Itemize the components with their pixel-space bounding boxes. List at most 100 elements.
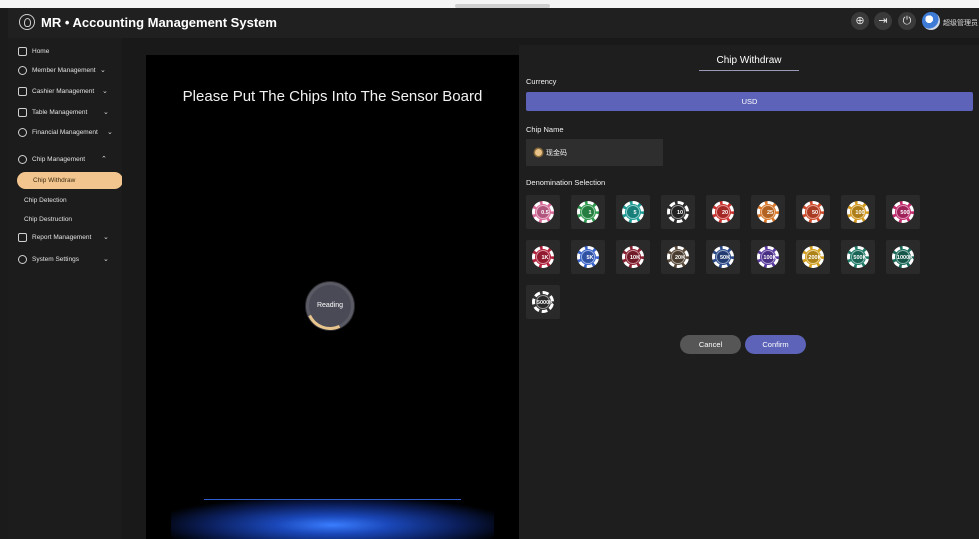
sidebar-item-home[interactable]: Home [8,43,122,61]
chip-icon [18,155,27,164]
denomination-chip[interactable]: 100K [751,240,785,274]
denomination-chip[interactable]: 1000K [886,240,920,274]
chip-inner-ring: 10K [627,251,640,263]
chip-inner-ring: 1000K [897,251,913,263]
chip-inner-ring: 1K [537,251,549,263]
cancel-button[interactable]: Cancel [680,335,741,354]
denomination-chip[interactable]: 50 [796,195,830,229]
denomination-chip[interactable]: 0.5 [526,195,560,229]
sidebar-item-label: Table Management [32,109,88,116]
logout-icon[interactable]: ⇥ [874,12,892,30]
chip-inner-ring: 10 [672,206,684,218]
home-icon [18,47,27,56]
chip-icon: 1 [577,201,599,223]
sidebar-item-system-settings[interactable]: System Settings ⌄ [8,251,122,269]
cashier-icon [18,87,27,96]
window-top-strip [0,0,979,8]
reading-spinner: Reading [299,275,361,337]
chip-value: 1 [588,210,592,216]
denomination-chip[interactable]: 200K [796,240,830,274]
yen-icon [18,128,27,137]
chip-inner-ring: 5K [582,251,594,263]
username[interactable]: 超级管理员 [943,18,978,28]
chip-inner-ring: 100K [762,251,777,263]
sidebar-item-label: Member Management [32,67,96,74]
denomination-chip[interactable]: 100 [841,195,875,229]
power-icon[interactable]: ⏻ [898,12,916,30]
denomination-chip[interactable]: 5 [616,195,650,229]
denomination-chip[interactable]: 20 [706,195,740,229]
denomination-chip[interactable]: 10 [661,195,695,229]
currency-usd-button[interactable]: USD [526,92,973,111]
chip-inner-ring: 0.5 [537,206,549,218]
app-window: MR • Accounting Management System ⊕ ⇥ ⏻ … [0,0,979,539]
app-title: MR • Accounting Management System [41,15,277,30]
sidebar-subitem-chip-withdraw[interactable]: Chip Withdraw [17,172,123,189]
chip-icon: 5 [622,201,644,223]
chip-icon: 1000K [892,246,914,268]
chip-value: 1K [541,255,549,261]
chip-icon: 0.5 [532,201,554,223]
chip-name-option[interactable]: 现金码 [526,139,663,166]
chevron-down-icon: ⌄ [103,109,109,116]
sidebar-item-label: Financial Management [32,129,98,136]
chip-inner-ring: 200K [807,251,822,263]
chip-value: 100 [855,210,865,216]
sidebar-item-label: Home [32,48,50,55]
table-icon [18,108,27,117]
chip-inner-ring: 25 [762,206,774,218]
chip-icon: 500 [892,201,914,223]
chip-name-label: Chip Name [526,125,564,134]
chip-value: 50 [811,210,819,216]
chip-icon: 1K [532,246,554,268]
chip-icon: 50K [712,246,734,268]
avatar[interactable] [922,12,940,30]
chip-icon: 5000K [532,291,554,313]
globe-icon[interactable]: ⊕ [851,12,869,30]
sensor-edge-line [204,499,461,500]
denomination-chip[interactable]: 50K [706,240,740,274]
sidebar-item-label: Report Management [32,234,92,241]
reading-status: Reading [316,302,344,309]
chip-inner-ring: 1 [582,206,594,218]
sidebar-item-report-management[interactable]: Report Management ⌄ [8,229,122,247]
denomination-chip[interactable]: 5K [571,240,605,274]
denomination-chip[interactable]: 20K [661,240,695,274]
chip-value: 5 [633,210,637,216]
chip-value: 0.5 [541,210,549,216]
sensor-instruction: Please Put The Chips Into The Sensor Boa… [182,88,483,105]
chip-icon: 20K [667,246,689,268]
denomination-chip[interactable]: 5000K [526,285,560,319]
denomination-chip[interactable]: 1K [526,240,560,274]
chip-value: 20K [674,255,686,261]
denomination-chip[interactable]: 10K [616,240,650,274]
denomination-chip[interactable]: 500 [886,195,920,229]
sidebar-item-member-management[interactable]: Member Management ⌄ [8,62,122,80]
sidebar-item-chip-management[interactable]: Chip Management ⌃ [8,151,122,169]
sidebar-subitem-chip-detection[interactable]: Chip Detection [8,192,122,209]
chip-icon: 10K [622,246,644,268]
denomination-chip[interactable]: 25 [751,195,785,229]
chip-value: 25 [766,210,774,216]
panel-title: Chip Withdraw [716,55,782,66]
logo-icon [19,14,35,30]
radio-selected-icon [535,149,542,156]
sidebar-item-financial-management[interactable]: Financial Management ⌄ [8,124,122,142]
chevron-down-icon: ⌄ [103,256,109,263]
chip-icon: 5K [577,246,599,268]
chevron-down-icon: ⌄ [102,88,108,95]
chip-value: 200K [808,255,822,261]
chip-inner-ring: 5 [627,206,639,218]
sidebar-item-cashier-management[interactable]: Cashier Management ⌄ [8,83,122,101]
sidebar-subitem-chip-destruction[interactable]: Chip Destruction [8,211,122,228]
users-icon [18,66,27,75]
sidebar-item-label: System Settings [32,256,79,263]
sidebar-item-table-management[interactable]: Table Management ⌄ [8,104,122,122]
sidebar-subitem-label: Chip Destruction [24,216,73,223]
chip-icon: 100 [847,201,869,223]
chip-value: 20 [721,210,729,216]
denomination-chip[interactable]: 1 [571,195,605,229]
title-underline [699,70,799,71]
denomination-chip[interactable]: 500K [841,240,875,274]
confirm-button[interactable]: Confirm [745,335,806,354]
